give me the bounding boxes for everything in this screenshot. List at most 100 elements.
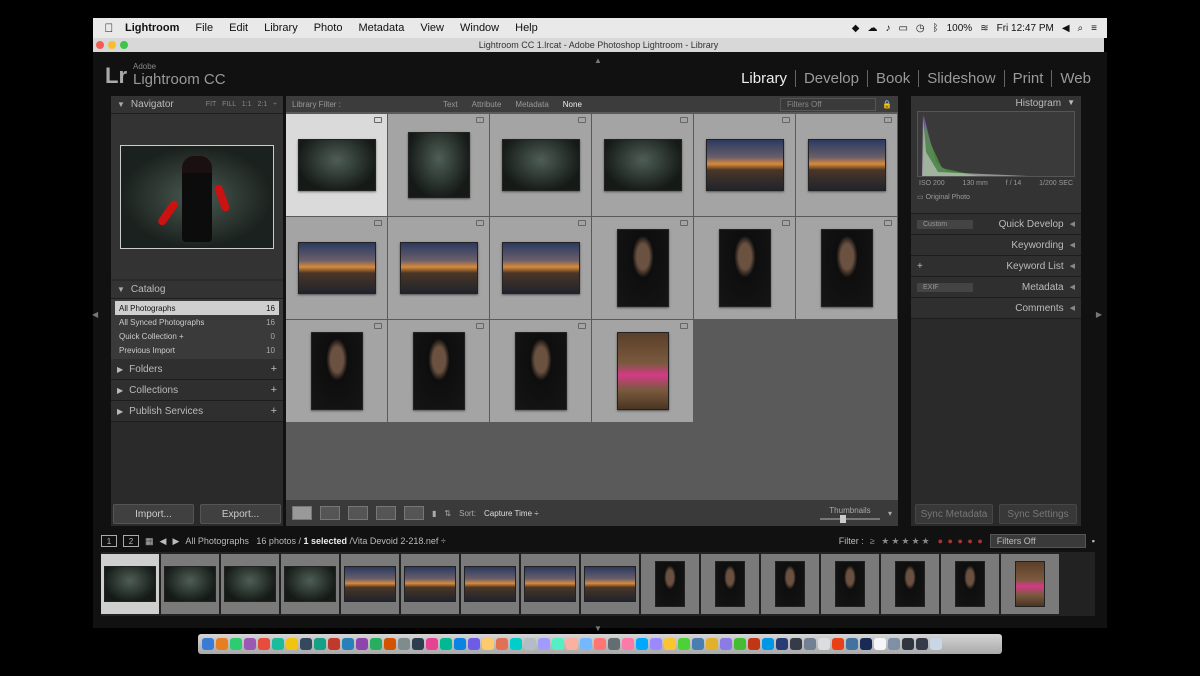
filmstrip-cell[interactable]: [401, 554, 459, 614]
grid-cell[interactable]: [388, 217, 489, 319]
filmstrip-thumbnail[interactable]: [655, 561, 685, 607]
dock-app-icon[interactable]: [692, 638, 704, 650]
filmstrip-thumbnail[interactable]: [464, 566, 516, 602]
painter-icon[interactable]: ▮: [432, 509, 436, 518]
filmstrip-cell[interactable]: [521, 554, 579, 614]
dock-app-icon[interactable]: [734, 638, 746, 650]
dock-app-icon[interactable]: [664, 638, 676, 650]
close-window-button[interactable]: [96, 41, 104, 49]
filmstrip-thumbnail[interactable]: [584, 566, 636, 602]
preset-select[interactable]: Custom: [917, 219, 973, 229]
dock-app-icon[interactable]: [636, 638, 648, 650]
sort-direction-icon[interactable]: ⇅: [444, 509, 451, 518]
dock-app-icon[interactable]: [300, 638, 312, 650]
quick-develop-section[interactable]: Custom Quick Develop ◀: [911, 214, 1081, 235]
grid-cell[interactable]: [286, 320, 387, 422]
dock-app-icon[interactable]: [286, 638, 298, 650]
bell-icon[interactable]: ♪: [885, 23, 890, 34]
dock-app-icon[interactable]: [468, 638, 480, 650]
filter-status[interactable]: Filters Off: [780, 97, 876, 111]
add-icon[interactable]: +: [271, 384, 277, 396]
folders-section[interactable]: ▶ Folders +: [111, 359, 283, 380]
left-panel-toggle-icon[interactable]: ◀: [92, 310, 98, 319]
compare-view-icon[interactable]: [348, 506, 368, 520]
wifi-icon[interactable]: ≋: [980, 23, 988, 34]
filmstrip-cell[interactable]: [161, 554, 219, 614]
dock-app-icon[interactable]: [244, 638, 256, 650]
original-photo-toggle[interactable]: ▭ Original Photo: [917, 193, 1075, 201]
lock-icon[interactable]: 🔒: [882, 100, 892, 109]
dock-app-icon[interactable]: [272, 638, 284, 650]
expand-left-icon[interactable]: ◀: [1070, 220, 1075, 228]
menu-library[interactable]: Library: [256, 22, 306, 34]
collapse-triangle-icon[interactable]: ▼: [117, 285, 125, 294]
bottom-panel-toggle-icon[interactable]: ▼: [594, 624, 602, 633]
grid-cell[interactable]: [796, 217, 897, 319]
catalog-header[interactable]: ▼ Catalog: [111, 281, 283, 299]
photo-thumbnail[interactable]: [310, 332, 363, 410]
grid-cell[interactable]: [490, 320, 591, 422]
filter-metadata[interactable]: Metadata: [509, 99, 554, 110]
filmstrip-thumbnail[interactable]: [224, 566, 276, 602]
grid-cell[interactable]: [592, 217, 693, 319]
metadata-section[interactable]: EXIF Metadata ◀: [911, 277, 1081, 298]
filmstrip-thumbnail[interactable]: [524, 566, 576, 602]
color-label-filter[interactable]: ● ● ● ● ●: [938, 536, 984, 546]
top-panel-toggle-icon[interactable]: ▲: [594, 56, 602, 65]
filmstrip-thumbnail[interactable]: [1015, 561, 1045, 607]
dock-app-icon[interactable]: [818, 638, 830, 650]
dock-app-icon[interactable]: [608, 638, 620, 650]
dock-app-icon[interactable]: [496, 638, 508, 650]
menu-view[interactable]: View: [412, 22, 452, 34]
dock-app-icon[interactable]: [426, 638, 438, 650]
right-panel-toggle-icon[interactable]: ▶: [1096, 310, 1102, 319]
expand-left-icon[interactable]: ◀: [1070, 304, 1075, 312]
badge-icon[interactable]: [374, 117, 382, 123]
dock-app-icon[interactable]: [356, 638, 368, 650]
expand-left-icon[interactable]: ◀: [1070, 241, 1075, 249]
dock-app-icon[interactable]: [594, 638, 606, 650]
menu-app[interactable]: Lightroom: [117, 22, 187, 34]
dock-app-icon[interactable]: [482, 638, 494, 650]
badge-icon[interactable]: [374, 323, 382, 329]
dock-app-icon[interactable]: [384, 638, 396, 650]
photo-thumbnail[interactable]: [412, 332, 465, 410]
dock-app-icon[interactable]: [888, 638, 900, 650]
people-view-icon[interactable]: [404, 506, 424, 520]
dock-app-icon[interactable]: [440, 638, 452, 650]
rating-filter[interactable]: ≥ ★★★★★: [870, 536, 932, 547]
filmstrip-thumbnail[interactable]: [404, 566, 456, 602]
photo-thumbnail[interactable]: [501, 242, 580, 294]
dock-app-icon[interactable]: [510, 638, 522, 650]
comments-section[interactable]: Comments ◀: [911, 298, 1081, 319]
filmstrip-cell[interactable]: [341, 554, 399, 614]
dock-app-icon[interactable]: [762, 638, 774, 650]
filmstrip-thumbnail[interactable]: [104, 566, 156, 602]
dock-app-icon[interactable]: [454, 638, 466, 650]
menu-photo[interactable]: Photo: [306, 22, 351, 34]
badge-icon[interactable]: [782, 220, 790, 226]
menu-file[interactable]: File: [187, 22, 221, 34]
grid-cell[interactable]: [286, 114, 387, 216]
catalog-row-previous-import[interactable]: Previous Import 10: [115, 343, 279, 357]
dock-app-icon[interactable]: [804, 638, 816, 650]
photo-thumbnail[interactable]: [603, 139, 682, 191]
filter-none[interactable]: None: [557, 99, 588, 110]
module-print[interactable]: Print: [1003, 70, 1052, 87]
filmstrip-thumbnail[interactable]: [344, 566, 396, 602]
filmstrip-cell[interactable]: [641, 554, 699, 614]
dock-app-icon[interactable]: [538, 638, 550, 650]
filmstrip-cell[interactable]: [221, 554, 279, 614]
catalog-row-all-photographs[interactable]: All Photographs 16: [115, 301, 279, 315]
export-button[interactable]: Export...: [200, 504, 281, 524]
grid-cell[interactable]: [388, 320, 489, 422]
filmstrip-filter-select[interactable]: Filters Off: [989, 534, 1086, 548]
dock-app-icon[interactable]: [720, 638, 732, 650]
thumbnail-size-slider[interactable]: [819, 515, 880, 523]
add-icon[interactable]: +: [271, 405, 277, 417]
forward-arrow-icon[interactable]: ▶: [172, 536, 179, 547]
dock-app-icon[interactable]: [902, 638, 914, 650]
module-slideshow[interactable]: Slideshow: [918, 70, 1003, 87]
dock-app-icon[interactable]: [566, 638, 578, 650]
filmstrip-cell[interactable]: [1001, 554, 1059, 614]
